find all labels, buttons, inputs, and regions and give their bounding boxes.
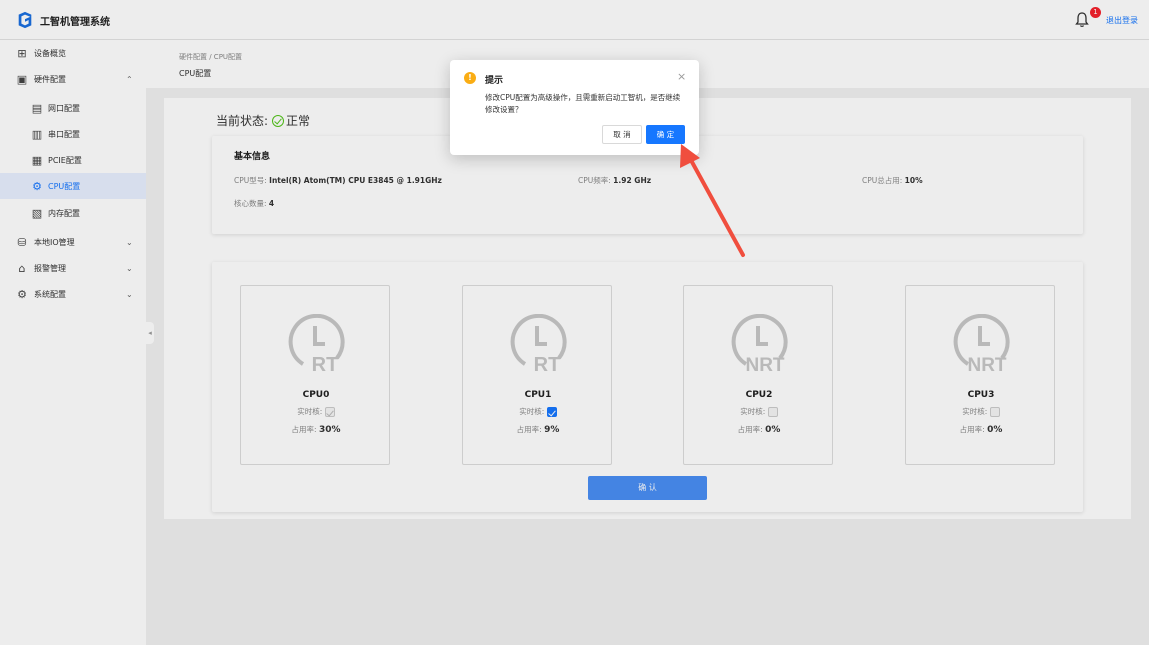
warning-icon: ! — [464, 72, 476, 84]
dialog-message: 修改CPU配置为高级操作，且需重新启动工智机，是否继续修改设置？ — [485, 93, 681, 114]
cancel-button[interactable]: 取 消 — [602, 125, 642, 144]
confirm-dialog: ! 提示 × 修改CPU配置为高级操作，且需重新启动工智机，是否继续修改设置？ … — [450, 60, 699, 155]
close-icon[interactable]: × — [677, 70, 686, 83]
ok-button[interactable]: 确 定 — [646, 125, 685, 144]
dialog-title: 提示 — [485, 76, 504, 86]
